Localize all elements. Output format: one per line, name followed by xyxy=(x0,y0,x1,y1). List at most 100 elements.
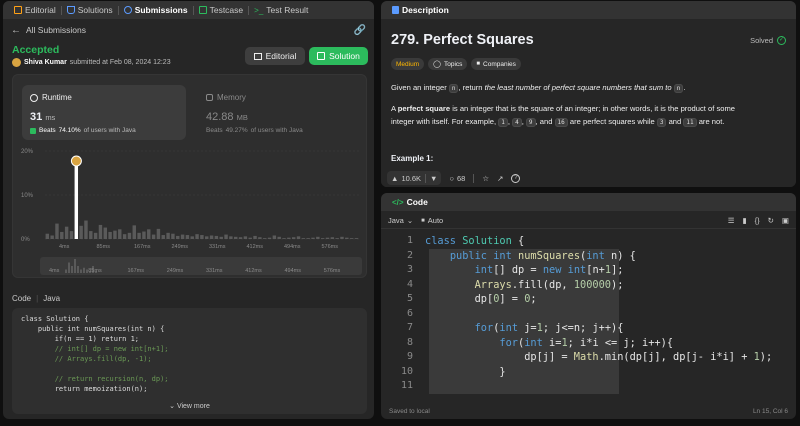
navigator-tick-label: 85ms xyxy=(88,268,102,274)
distribution-bar xyxy=(147,229,151,239)
companies-tag[interactable]: ■ Companies xyxy=(471,58,521,70)
view-more-button[interactable]: ⌄ View more xyxy=(12,402,367,410)
line-number: 1 xyxy=(406,235,413,246)
bookmark-icon[interactable]: ▮ xyxy=(742,216,746,225)
note-icon[interactable]: ☰ xyxy=(728,216,735,225)
username[interactable]: Shiva Kumar xyxy=(24,59,67,66)
difficulty-badge[interactable]: Medium xyxy=(391,58,425,70)
distribution-bar xyxy=(84,220,88,239)
distribution-bar xyxy=(55,223,59,239)
navigator-tick-label: 4ms xyxy=(49,268,60,274)
tab-submissions[interactable]: Submissions xyxy=(119,5,193,15)
distribution-bar xyxy=(122,234,127,239)
link-icon[interactable]: 🔗 xyxy=(354,25,366,36)
editor-toolbar: Java ⌄ ■ Auto ☰ ▮ {} ↻ ▣ xyxy=(381,213,796,229)
problem-tags: Medium ◯ Topics ■ Companies xyxy=(391,58,521,70)
distribution-bar xyxy=(349,238,354,239)
navigator-tick-label: 494ms xyxy=(285,268,302,274)
arrow-left-icon: ← xyxy=(11,24,21,36)
expand-icon[interactable]: ▣ xyxy=(782,216,789,225)
distribution-bar xyxy=(185,235,190,239)
distribution-bar xyxy=(258,237,262,239)
tab-test-result[interactable]: >_ Test Result xyxy=(249,5,313,15)
navigator-bar xyxy=(74,259,76,273)
problem-actions-bar: ▲ 10.6K ▼ ○ 68 ☆ ↗ ? xyxy=(381,169,796,187)
solved-status: Solved ✓ xyxy=(750,36,786,45)
tab-solutions[interactable]: Solutions xyxy=(62,5,118,15)
history-icon xyxy=(123,6,132,14)
distribution-bar xyxy=(108,231,112,239)
distribution-bar xyxy=(64,226,69,239)
code-line: public int numSquares(int n) { xyxy=(449,249,636,262)
code-line: } xyxy=(425,365,506,378)
x-tick-label: 494ms xyxy=(284,244,301,250)
description-panel: Description 279. Perfect Squares Solved … xyxy=(381,1,796,187)
distribution-bar xyxy=(45,233,50,239)
comment-icon: ○ xyxy=(449,173,455,183)
runtime-distribution-chart[interactable]: 20% 10% 0% 4ms 85ms 167ms 249ms 331ms 412ms 494ms… xyxy=(13,75,368,279)
y-tick-label: 0% xyxy=(21,237,30,243)
flask-icon xyxy=(66,6,75,14)
avatar[interactable] xyxy=(12,58,21,67)
navigator-tick-label: 167ms xyxy=(128,268,145,274)
submission-panel: Editorial Solutions Submissions Testcase… xyxy=(3,1,374,419)
line-number: 3 xyxy=(406,264,413,275)
book-icon xyxy=(253,52,262,60)
help-icon[interactable]: ? xyxy=(511,173,521,183)
tab-testcase[interactable]: Testcase xyxy=(194,5,249,15)
code-line: Arrays.fill(dp, 100000); xyxy=(474,278,624,291)
distribution-bar xyxy=(171,233,175,239)
y-tick-label: 20% xyxy=(21,149,34,155)
chevron-down-icon: ⌄ xyxy=(169,403,175,410)
navigator-tick-label: 331ms xyxy=(206,268,223,274)
navigator-tick-label: 412ms xyxy=(245,268,262,274)
distribution-bar xyxy=(69,231,74,239)
dislike-button[interactable]: ▼ xyxy=(426,174,441,183)
code-icon: </> xyxy=(392,197,404,207)
submission-subbar: ← All Submissions 🔗 xyxy=(3,20,374,40)
code-editor-area[interactable]: class Solution { public int numSquares(i… xyxy=(425,235,788,395)
distribution-bar xyxy=(190,236,194,239)
distribution-bar xyxy=(79,225,83,239)
auto-toggle[interactable]: ■ Auto xyxy=(421,216,443,225)
problem-title[interactable]: 279. Perfect Squares xyxy=(391,32,534,48)
comments-button[interactable]: ○ 68 xyxy=(449,174,465,183)
lock-icon: ■ xyxy=(421,217,425,224)
star-icon[interactable]: ☆ xyxy=(482,174,489,183)
language-select[interactable]: Java ⌄ xyxy=(388,216,413,225)
cursor-position: Ln 15, Col 6 xyxy=(752,408,788,415)
snippet-line: class Solution { xyxy=(21,315,89,323)
topics-tag[interactable]: ◯ Topics xyxy=(428,58,468,70)
checkbox-icon xyxy=(198,6,207,14)
distribution-bar xyxy=(200,235,204,239)
code-line: for(int j=1; j<=n; j++){ xyxy=(474,322,624,334)
tab-code[interactable]: </> Code xyxy=(387,197,433,207)
editorial-button[interactable]: Editorial xyxy=(245,47,305,65)
navigator-bar xyxy=(68,262,70,273)
submitted-code-block: class Solution { public int numSquares(i… xyxy=(12,308,367,414)
submitter-line: Shiva Kumar submitted at Feb 08, 2024 12… xyxy=(12,58,171,67)
user-marker-avatar xyxy=(70,155,82,167)
x-tick-label: 4ms xyxy=(59,244,70,250)
edit-icon xyxy=(317,52,326,60)
solution-button[interactable]: Solution xyxy=(309,47,368,65)
distribution-bar xyxy=(118,229,122,239)
lock-icon: ■ xyxy=(476,61,481,67)
snippet-line: // Arrays.fill(dp, -1); xyxy=(21,355,152,363)
x-tick-label: 412ms xyxy=(247,244,264,250)
navigator-tick-label: 576ms xyxy=(324,268,341,274)
distribution-bar xyxy=(354,238,359,239)
reset-icon[interactable]: ↻ xyxy=(768,216,774,225)
navigator-bar xyxy=(80,269,82,273)
distribution-bar xyxy=(166,232,170,239)
back-link[interactable]: ← All Submissions xyxy=(11,25,86,36)
braces-icon[interactable]: {} xyxy=(755,216,760,225)
tab-description[interactable]: Description xyxy=(387,5,454,15)
line-number: 11 xyxy=(400,380,413,391)
distribution-bar xyxy=(224,234,228,239)
share-icon[interactable]: ↗ xyxy=(497,174,503,183)
like-button[interactable]: ▲ 10.6K xyxy=(387,174,425,183)
like-dislike-group: ▲ 10.6K ▼ xyxy=(387,171,442,185)
tab-editorial[interactable]: Editorial xyxy=(9,5,61,15)
